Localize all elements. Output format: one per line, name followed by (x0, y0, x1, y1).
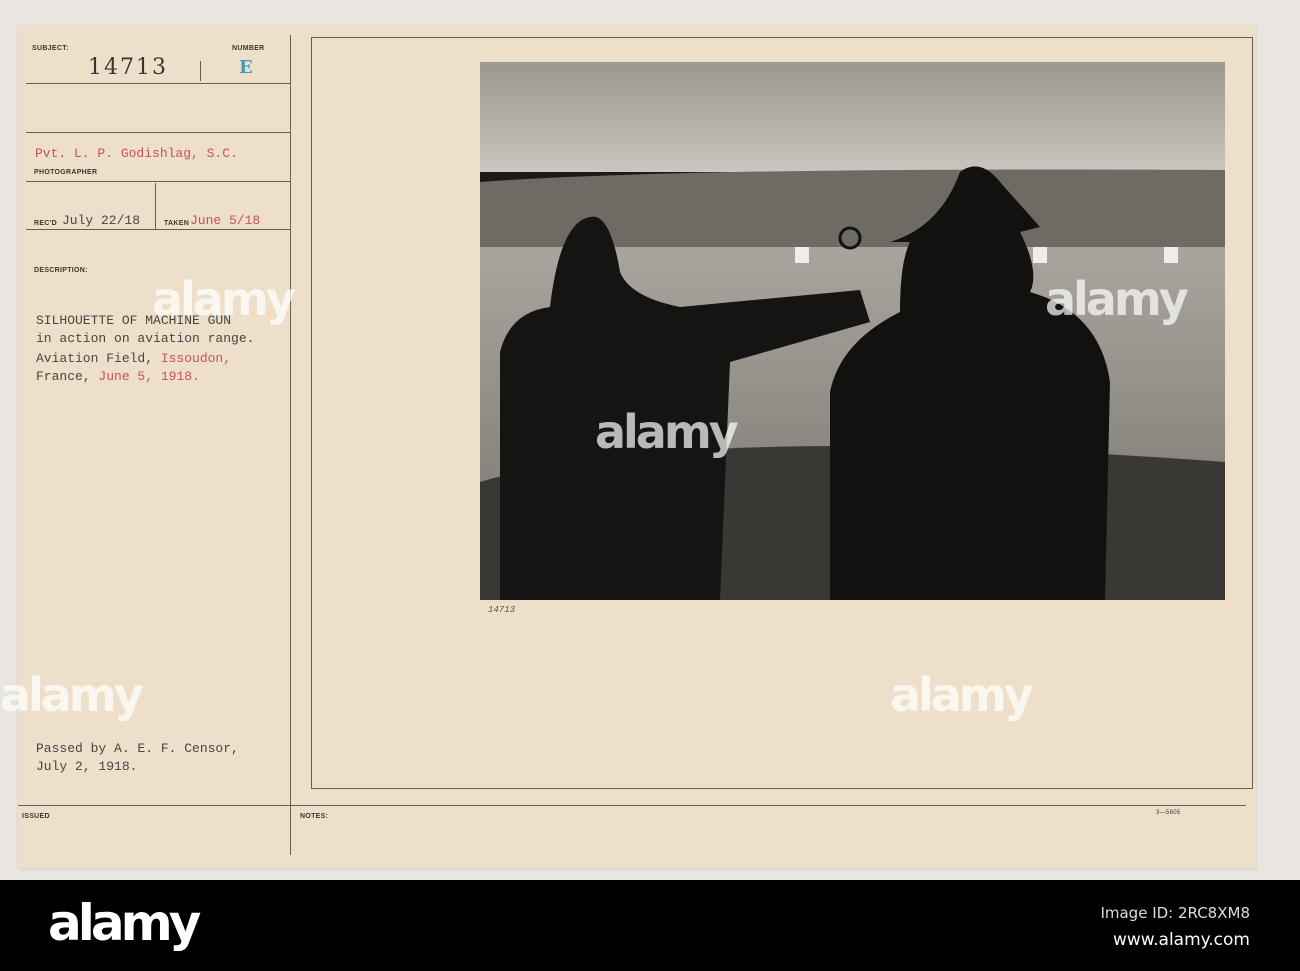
target (795, 247, 809, 263)
censor-line: July 2, 1918. (36, 759, 138, 774)
description-date: June 5, 1918. (98, 369, 200, 384)
description-text: Aviation Field, (36, 351, 161, 366)
watermark-logo: alamy (152, 272, 296, 326)
image-id: Image ID: 2RC8XM8 (1100, 904, 1250, 922)
divider (18, 805, 1246, 806)
photographer-label: PHOTOGRAPHER (34, 169, 98, 176)
watermark-logo: alamy (595, 405, 739, 459)
watermark-logo: alamy (0, 668, 144, 722)
form-number: 3—5605 (1156, 810, 1181, 816)
subject-label: SUBJECT: (32, 45, 69, 52)
recd-date: July 22/18 (62, 213, 141, 228)
taken-label: TAKEN (164, 220, 190, 227)
divider (26, 83, 290, 84)
alamy-logo: alamy (48, 894, 201, 952)
target (1164, 247, 1178, 263)
divider (155, 183, 156, 229)
subject-number: 14713 (88, 55, 168, 80)
notes-label: NOTES: (300, 813, 329, 820)
target (1033, 247, 1047, 263)
censor-line: Passed by A. E. F. Censor, (36, 741, 239, 756)
divider (26, 181, 290, 182)
description-line: Aviation Field, Issoudon, (36, 349, 231, 367)
photo-caption-number: 14713 (488, 605, 516, 615)
column-divider (290, 35, 291, 855)
description-text: France, (36, 369, 99, 384)
issued-label: ISSUED (22, 813, 50, 820)
number-label: NUMBER (232, 45, 265, 52)
number-value: E (239, 57, 253, 78)
divider (26, 229, 290, 230)
watermark-logo: alamy (890, 668, 1034, 722)
photograph (480, 62, 1225, 600)
taken-date: June 5/18 (190, 213, 261, 228)
description-line: France, June 5, 1918. (36, 367, 200, 385)
photo-image (480, 62, 1225, 600)
divider (200, 61, 201, 81)
watermark-footer: alamy Image ID: 2RC8XM8 www.alamy.com (0, 880, 1300, 971)
description-label: DESCRIPTION: (34, 267, 88, 274)
watermark-logo: alamy (1045, 272, 1189, 326)
description-line: in action on aviation range. (36, 331, 255, 346)
alamy-url: www.alamy.com (1112, 930, 1250, 950)
photographer-name: Pvt. L. P. Godishlag, S.C. (35, 146, 238, 161)
description-place: Issoudon, (160, 351, 232, 366)
recd-label: REC'D (34, 220, 57, 227)
divider (26, 132, 290, 133)
